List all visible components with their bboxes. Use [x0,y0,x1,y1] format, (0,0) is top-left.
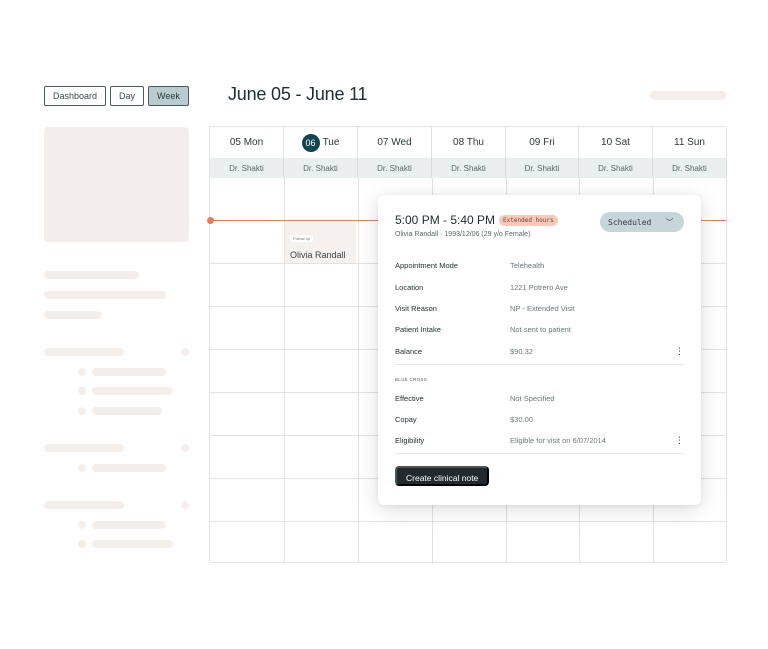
insurance-section-title: BLUE CROSS [395,377,428,382]
skeleton-line [92,368,166,376]
day-view-button[interactable]: Day [110,86,145,106]
skeleton-dot [78,521,86,529]
skeleton-line [92,521,166,529]
skeleton-line [44,271,139,279]
view-switcher: Dashboard Day Week [44,86,189,106]
detail-value: NP - Extended Visit [510,303,575,313]
week-view-button[interactable]: Week [148,86,189,106]
calendar-app: Dashboard Day Week June 05 - June 11 05 … [24,74,744,580]
grid-line [210,521,726,522]
provider-label: Dr. Shakti [210,158,284,178]
day-header-wed[interactable]: 07 Wed [358,127,432,158]
day-label: 08 Thu [453,137,484,148]
detail-label: Appointment Mode [395,260,458,270]
skeleton-line [44,501,124,509]
detail-label: Patient Intake [395,324,441,334]
day-header-sun[interactable]: 11 Sun [653,127,727,158]
patient-summary: Olivia Randall · 1993/12/06 (29 y/o Fema… [395,231,531,238]
appointment-block[interactable]: Follow up Olivia Randall [285,221,356,263]
divider [395,453,684,454]
insurance-label: Effective [395,393,424,403]
day-header-mon[interactable]: 05 Mon [210,127,284,158]
provider-label: Dr. Shakti [284,158,358,178]
provider-label: Dr. Shakti [432,158,506,178]
detail-value: $90.32 [510,346,533,356]
skeleton-dot [78,387,86,395]
day-label: 11 Sun [674,137,705,148]
day-header-sat[interactable]: 10 Sat [579,127,653,158]
detail-value: Not sent to patient [510,324,571,334]
appointment-popover: 5:00 PM - 5:40 PM Extended hours Olivia … [378,195,701,505]
insurance-label: Eligibility [395,435,425,445]
insurance-row: Copay $30.00 [395,412,684,426]
status-dropdown[interactable]: Scheduled ﹀ [600,212,684,232]
skeleton-line [44,348,124,356]
skeleton-line [44,311,102,319]
detail-row: Location 1221 Potrero Ave [395,280,684,294]
current-time-dot [207,217,214,224]
provider-label: Dr. Shakti [506,158,579,178]
detail-label: Balance [395,346,423,356]
detail-value: Telehealth [510,260,545,270]
day-header-fri[interactable]: 09 Fri [506,127,579,158]
grid-line [358,178,359,562]
appointment-tag: Follow up [290,235,314,242]
day-header-tue[interactable]: 06 Tue [284,127,358,158]
skeleton-line [92,540,173,548]
placeholder-bar [650,91,726,100]
insurance-label: Copay [395,414,417,424]
skeleton-dot [181,444,189,452]
skeleton-dot [78,407,86,415]
detail-value: 1221 Potrero Ave [510,282,568,292]
provider-label: Dr. Shakti [579,158,653,178]
skeleton-dot [181,348,189,356]
insurance-row: Effective Not Specified [395,391,684,405]
insurance-row: Eligibility Eligible for visit on 6/07/2… [395,433,684,447]
grid-line [210,562,726,563]
dashboard-button[interactable]: Dashboard [44,86,107,106]
divider [395,364,684,365]
balance-more-icon[interactable]: ⋮ [675,346,684,357]
chevron-down-icon: ﹀ [665,217,674,227]
skeleton-line [44,444,124,452]
detail-row: Patient Intake Not sent to patient [395,322,684,336]
skeleton-line [44,291,166,299]
skeleton-dot [78,368,86,376]
skeleton-dot [181,501,189,509]
day-label: Tue [322,137,340,148]
skeleton-line [92,387,173,395]
day-header-thu[interactable]: 08 Thu [432,127,506,158]
detail-label: Location [395,282,424,292]
skeleton-dot [78,540,86,548]
day-label: 10 Sat [601,137,630,148]
skeleton-dot [78,464,86,472]
create-clinical-note-button[interactable]: Create clinical note [395,466,490,486]
insurance-value: Eligible for visit on 6/07/2014 [510,435,606,445]
insurance-value: $30.00 [510,414,533,424]
provider-label: Dr. Shakti [358,158,432,178]
extended-hours-badge: Extended hours [499,214,558,226]
detail-label: Visit Reason [395,303,437,313]
day-label: 09 Fri [529,137,555,148]
provider-label: Dr. Shakti [653,158,727,178]
detail-row: Appointment Mode Telehealth [395,258,684,272]
day-label: 07 Wed [377,137,412,148]
date-range-title: June 05 - June 11 [228,84,368,104]
detail-row: Balance $90.32 ⋮ [395,344,684,358]
skeleton-line [92,407,162,415]
skeleton-line [92,464,166,472]
appointment-patient: Olivia Randall [290,250,346,260]
skeleton-card [44,127,189,242]
day-label: 05 Mon [229,137,264,148]
detail-row: Visit Reason NP - Extended Visit [395,301,684,315]
insurance-value: Not Specified [510,393,555,403]
time-range: 5:00 PM - 5:40 PM [395,213,496,227]
status-label: Scheduled [608,217,652,227]
eligibility-more-icon[interactable]: ⋮ [675,435,684,446]
today-marker: 06 [301,133,320,152]
grid-line [726,178,727,562]
